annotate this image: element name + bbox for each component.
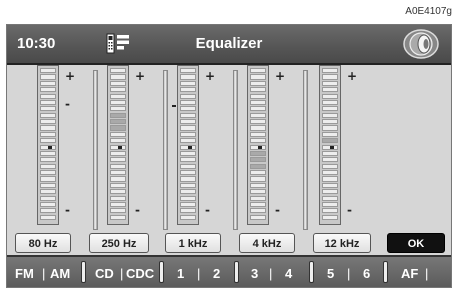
plus-label: + — [275, 69, 286, 83]
speaker-icon[interactable] — [401, 28, 441, 65]
band-separator — [233, 70, 238, 230]
preset-6[interactable]: 6 — [363, 266, 370, 281]
level-marker — [172, 105, 176, 107]
band-separator — [303, 70, 308, 230]
source-af[interactable]: AF — [401, 266, 418, 281]
divider: | — [425, 266, 429, 281]
divider-clip — [309, 261, 314, 283]
plus-label: + — [205, 69, 216, 83]
preset-2[interactable]: 2 — [213, 266, 220, 281]
source-cdc[interactable]: CDC — [126, 266, 154, 281]
page-title: Equalizer — [195, 35, 263, 52]
divider: | — [197, 266, 201, 281]
ok-button[interactable]: OK — [387, 233, 445, 253]
header-bar: 10:30 Equalizer — [7, 25, 451, 63]
figure-reference-code: A0E4107g — [405, 6, 452, 17]
slider-track[interactable] — [37, 65, 59, 225]
divider: | — [269, 266, 273, 281]
slider-track[interactable] — [319, 65, 341, 225]
divider-clip — [383, 261, 388, 283]
minus-label: - — [65, 97, 70, 111]
band-1khz-button[interactable]: 1 kHz — [165, 233, 221, 253]
band-separator — [163, 70, 168, 230]
band-80hz-button[interactable]: 80 Hz — [15, 233, 71, 253]
preset-1[interactable]: 1 — [177, 266, 184, 281]
minus-label: - — [347, 203, 352, 217]
source-am[interactable]: AM — [50, 266, 70, 281]
source-bar: FM | AM CD | CDC 1 | 2 3 | 4 5 | 6 AF | — [7, 255, 451, 287]
equalizer-panel: + - - + - + - + - + - 80 Hz 250 Hz 1 kHz… — [7, 65, 451, 255]
plus-label: + — [135, 69, 146, 83]
divider: | — [120, 266, 124, 281]
divider: | — [42, 266, 46, 281]
slider-track[interactable] — [107, 65, 129, 225]
source-fm[interactable]: FM — [15, 266, 34, 281]
minus-label: - — [205, 203, 210, 217]
band-4khz-button[interactable]: 4 kHz — [239, 233, 295, 253]
plus-label: + — [347, 69, 358, 83]
preset-5[interactable]: 5 — [327, 266, 334, 281]
divider-clip — [81, 261, 86, 283]
preset-4[interactable]: 4 — [285, 266, 292, 281]
slider-track[interactable] — [247, 65, 269, 225]
divider-clip — [234, 261, 239, 283]
divider-clip — [159, 261, 164, 283]
band-250hz-button[interactable]: 250 Hz — [89, 233, 149, 253]
minus-label: - — [65, 203, 70, 217]
band-12khz-button[interactable]: 12 kHz — [313, 233, 371, 253]
slider-track[interactable] — [177, 65, 199, 225]
plus-label: + — [65, 69, 76, 83]
source-cd[interactable]: CD — [95, 266, 114, 281]
band-separator — [93, 70, 98, 230]
equalizer-screen: 10:30 Equalizer + - - + - + - + - + - 80… — [6, 24, 452, 288]
minus-label: - — [135, 203, 140, 217]
divider: | — [347, 266, 351, 281]
preset-3[interactable]: 3 — [251, 266, 258, 281]
minus-label: - — [275, 203, 280, 217]
